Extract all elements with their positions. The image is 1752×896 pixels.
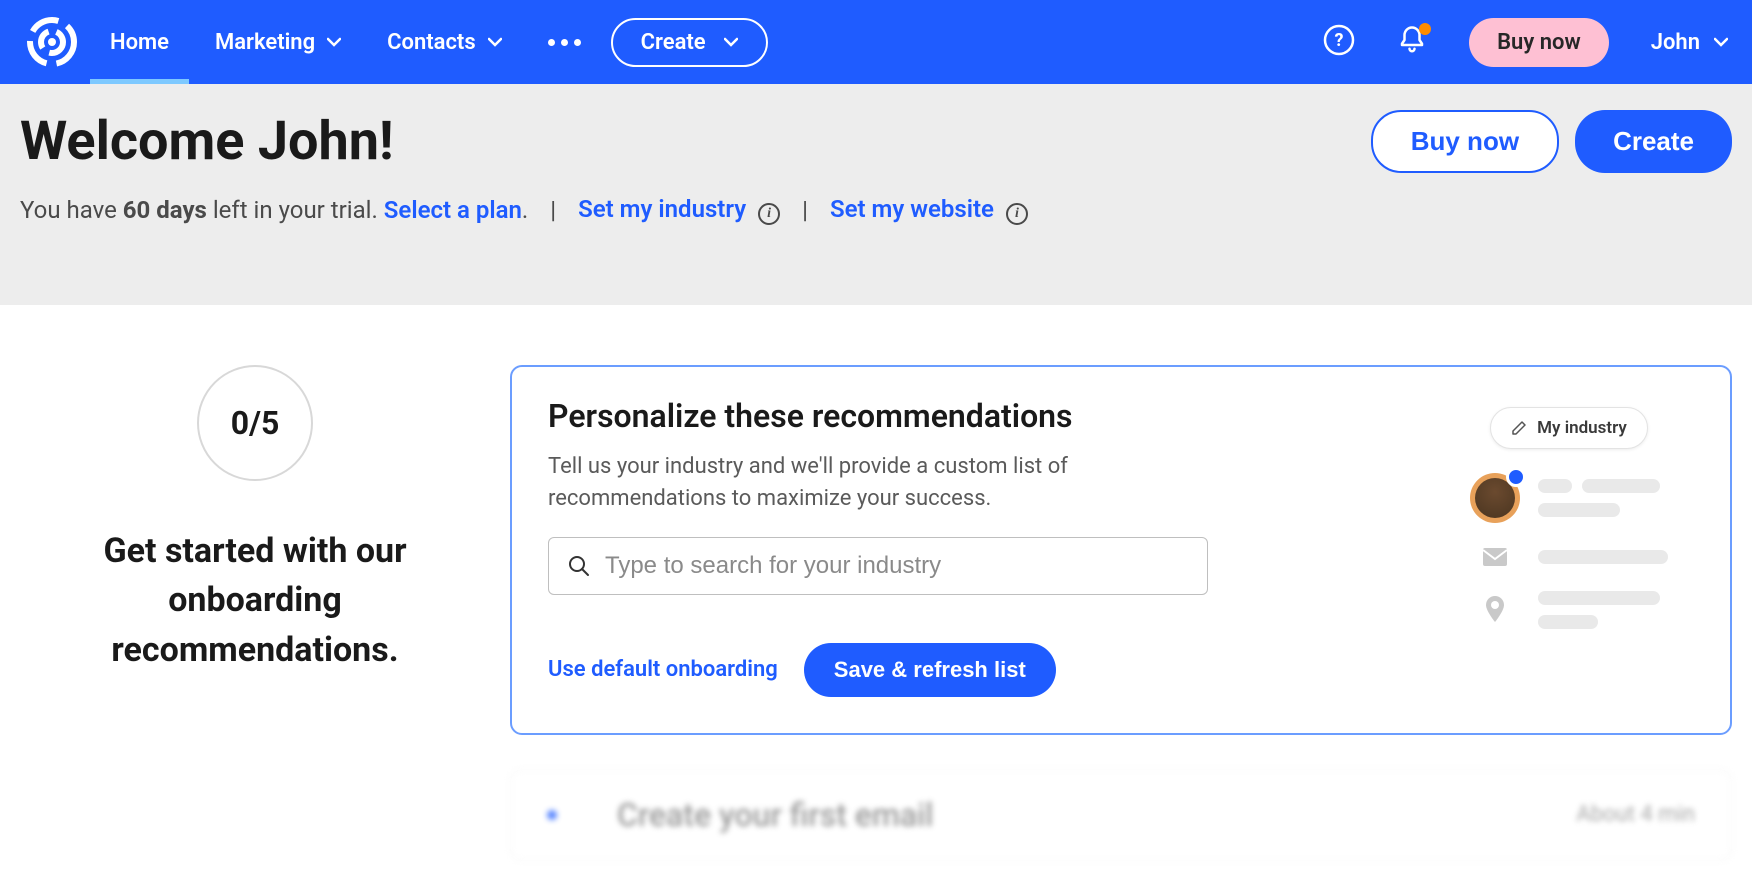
chevron-down-icon bbox=[724, 35, 738, 49]
nav-home-label: Home bbox=[110, 30, 169, 55]
welcome-section: Welcome John! Buy now Create You have 60… bbox=[0, 84, 1752, 305]
personalize-subtitle: Tell us your industry and we'll provide … bbox=[548, 451, 1068, 515]
main-content: 0/5 Get started with our onboarding reco… bbox=[0, 305, 1752, 861]
personalize-card: Personalize these recommendations Tell u… bbox=[510, 365, 1732, 735]
notification-badge bbox=[1419, 23, 1431, 35]
next-step-card[interactable]: Create your first email About 4 min bbox=[510, 769, 1732, 861]
my-industry-label: My industry bbox=[1537, 418, 1627, 438]
step-bullet bbox=[547, 810, 557, 820]
industry-search-input[interactable] bbox=[605, 552, 1189, 580]
svg-text:?: ? bbox=[1335, 30, 1344, 51]
chevron-down-icon bbox=[327, 35, 341, 49]
profile-preview bbox=[1470, 473, 1668, 629]
trial-suffix: left in your trial. bbox=[207, 196, 384, 224]
pencil-icon bbox=[1511, 420, 1527, 436]
default-onboarding-link[interactable]: Use default onboarding bbox=[548, 657, 778, 682]
nav-create-label: Create bbox=[641, 30, 706, 55]
search-icon bbox=[567, 554, 591, 578]
user-menu[interactable]: John bbox=[1651, 30, 1728, 55]
nav-marketing[interactable]: Marketing bbox=[215, 0, 341, 84]
next-step-title: Create your first email bbox=[617, 796, 933, 834]
trial-prefix: You have bbox=[20, 196, 123, 224]
nav-create-button[interactable]: Create bbox=[611, 18, 768, 67]
set-website-link[interactable]: Set my website bbox=[830, 195, 994, 223]
nav-contacts[interactable]: Contacts bbox=[387, 0, 502, 84]
onboarding-heading: Get started with our onboarding recommen… bbox=[65, 527, 445, 675]
nav-home[interactable]: Home bbox=[110, 0, 169, 84]
more-icon bbox=[548, 39, 581, 46]
welcome-buy-now-button[interactable]: Buy now bbox=[1371, 110, 1559, 173]
save-refresh-button[interactable]: Save & refresh list bbox=[804, 643, 1056, 697]
nav-buy-now-label: Buy now bbox=[1497, 30, 1581, 55]
trial-info: You have 60 days left in your trial. Sel… bbox=[20, 195, 1732, 225]
avatar-plus-badge bbox=[1506, 467, 1526, 487]
nav-contacts-label: Contacts bbox=[387, 30, 476, 55]
notifications-icon[interactable] bbox=[1397, 25, 1427, 59]
location-icon bbox=[1470, 596, 1520, 624]
progress-indicator: 0/5 bbox=[197, 365, 313, 481]
info-icon[interactable]: i bbox=[1006, 203, 1028, 225]
nav-more[interactable] bbox=[548, 0, 581, 84]
my-industry-chip[interactable]: My industry bbox=[1490, 407, 1648, 449]
personalize-title: Personalize these recommendations bbox=[548, 397, 1444, 435]
avatar bbox=[1470, 473, 1520, 523]
info-icon[interactable]: i bbox=[758, 203, 780, 225]
nav-marketing-label: Marketing bbox=[215, 30, 315, 55]
help-icon[interactable]: ? bbox=[1323, 24, 1355, 60]
welcome-create-button[interactable]: Create bbox=[1575, 110, 1732, 173]
logo[interactable] bbox=[24, 14, 80, 70]
user-name: John bbox=[1651, 30, 1700, 55]
select-plan-link[interactable]: Select a plan bbox=[384, 196, 522, 224]
industry-search-wrap[interactable] bbox=[548, 537, 1208, 595]
set-industry-link[interactable]: Set my industry bbox=[578, 195, 746, 223]
next-step-time: About 4 min bbox=[1576, 802, 1695, 827]
trial-days: 60 days bbox=[123, 196, 207, 224]
welcome-title: Welcome John! bbox=[20, 110, 394, 173]
nav-buy-now-button[interactable]: Buy now bbox=[1469, 18, 1609, 67]
chevron-down-icon bbox=[488, 35, 502, 49]
top-nav: Home Marketing Contacts Create ? Buy now bbox=[0, 0, 1752, 84]
onboarding-summary: 0/5 Get started with our onboarding reco… bbox=[0, 365, 510, 861]
chevron-down-icon bbox=[1714, 35, 1728, 49]
mail-icon bbox=[1470, 547, 1520, 567]
